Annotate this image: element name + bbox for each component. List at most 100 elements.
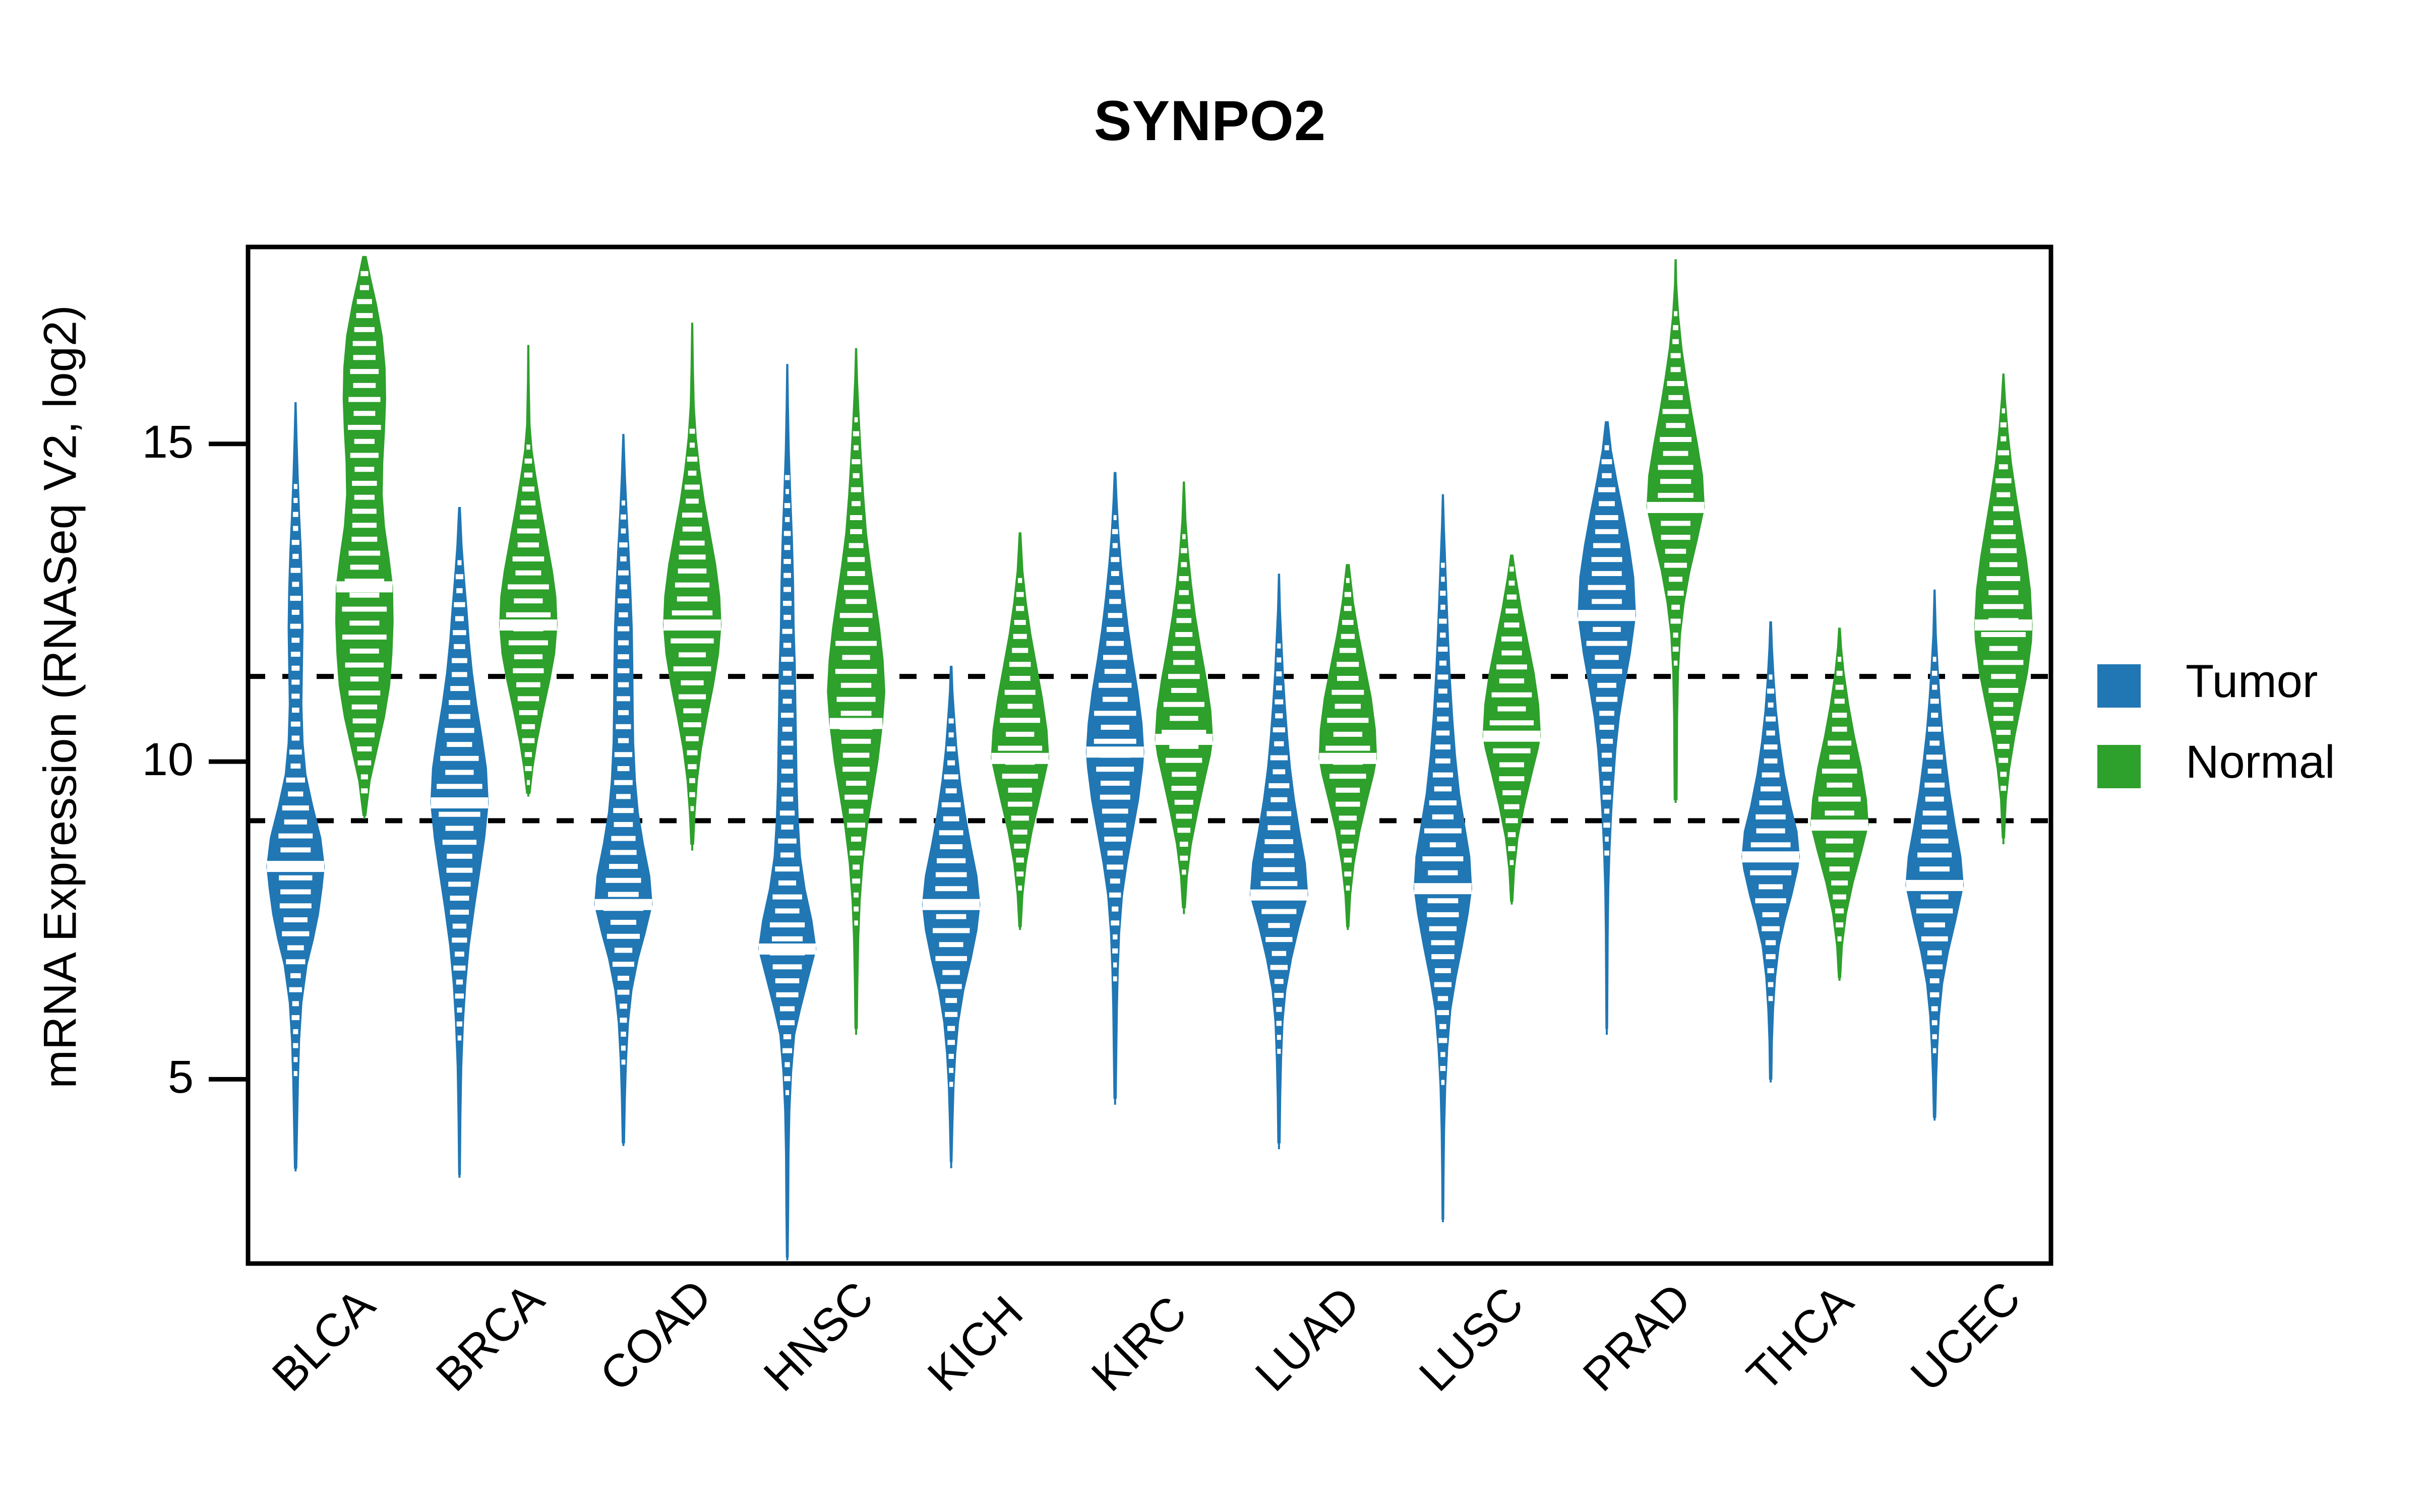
violin-stripe	[677, 596, 708, 602]
violin-stripe	[784, 1076, 791, 1082]
violin-stripe	[350, 564, 379, 570]
violin-stripe	[688, 470, 697, 476]
violin-stripe	[1173, 660, 1195, 665]
violin-stripe	[1766, 716, 1776, 722]
violin-stripe	[1111, 557, 1120, 562]
violin-stripe	[1337, 676, 1359, 681]
violin-stripe	[1822, 769, 1857, 774]
violin-stripe	[526, 445, 530, 450]
violin-stripe	[1827, 782, 1852, 788]
violin-stripe	[354, 732, 375, 738]
violin-stripe	[1438, 688, 1447, 694]
violin-stripe	[1660, 437, 1691, 442]
violin-stripe	[1000, 718, 1040, 723]
violin-stripe	[1917, 852, 1952, 858]
violin-stripe	[617, 696, 630, 702]
violin-stripe	[1172, 772, 1196, 777]
violin-stripe	[1983, 660, 2024, 665]
violin-stripe	[621, 1031, 626, 1037]
violin-stripe	[621, 1045, 626, 1051]
violin-stripe	[1505, 608, 1518, 614]
violin-stripe	[1011, 815, 1029, 821]
violin-stripe	[1435, 758, 1450, 764]
violin-stripe	[772, 964, 802, 970]
violin-median-line	[1155, 734, 1213, 745]
violin-stripe	[1276, 1021, 1282, 1026]
violin-stripe	[1441, 562, 1445, 568]
violin-stripe	[1921, 936, 1948, 941]
violin-stripe	[1508, 580, 1515, 586]
violin-stripe	[282, 805, 309, 811]
violin-stripe	[524, 752, 532, 758]
violin-stripe	[1993, 520, 2013, 526]
violin-stripe	[933, 928, 970, 933]
violin-stripe	[357, 746, 372, 751]
violin-stripe	[1276, 1006, 1282, 1012]
violin-median-line	[1578, 610, 1636, 621]
violin-normal-KIRC	[1155, 481, 1214, 914]
violin-stripe	[1111, 571, 1119, 576]
violin-stripe	[1931, 1020, 1938, 1026]
violin-tumor-BRCA	[430, 507, 489, 1178]
violin-stripe	[1832, 713, 1847, 718]
violin-stripe	[1750, 842, 1791, 848]
violin-stripe	[1327, 718, 1369, 723]
violin-stripe	[1341, 830, 1355, 835]
violin-stripe	[844, 585, 869, 590]
violin-stripe	[680, 540, 705, 546]
violin-stripe	[673, 666, 711, 672]
violin-stripe	[1501, 636, 1522, 642]
violin-stripe	[782, 726, 793, 732]
violin-normal-PRAD	[1646, 259, 1705, 803]
violin-stripe	[682, 513, 702, 518]
violin-stripe	[1263, 867, 1295, 872]
violin-stripe	[835, 669, 877, 674]
violin-stripe	[291, 694, 300, 699]
violin-stripe	[1337, 662, 1359, 667]
violin-stripe	[847, 823, 865, 828]
violin-stripe	[1344, 606, 1352, 611]
violin-stripe	[452, 672, 467, 677]
violin-stripe	[945, 998, 957, 1003]
violin-stripe	[778, 880, 797, 886]
violin-stripe	[353, 355, 376, 360]
violin-stripe	[353, 411, 376, 416]
violin-stripe	[452, 923, 466, 929]
violin-stripe	[290, 973, 301, 978]
violin-stripe	[688, 764, 697, 770]
violin-stripe	[1991, 534, 2016, 539]
violin-stripe	[772, 936, 803, 941]
violin-median-line	[1250, 889, 1308, 901]
violin-stripe	[1767, 968, 1774, 973]
violin-stripe	[1342, 620, 1354, 625]
violin-stripe	[618, 654, 629, 660]
violin-stripe	[1261, 909, 1297, 914]
violin-stripe	[292, 1001, 299, 1006]
violin-stripe	[1598, 487, 1615, 492]
violin-stripe	[515, 570, 541, 576]
violin-stripe	[783, 559, 791, 564]
violin-stripe	[447, 742, 472, 747]
violin-stripe	[1007, 704, 1033, 709]
violin-stripe	[1325, 745, 1370, 751]
violin-stripe	[445, 728, 474, 733]
violin-stripe	[1926, 964, 1943, 970]
violin-normal-UCEC	[1974, 373, 2033, 844]
violin-stripe	[1931, 713, 1939, 718]
violin-stripe	[778, 838, 797, 844]
violin-stripe	[290, 568, 301, 573]
violin-stripe	[1111, 920, 1120, 926]
violin-stripe	[1109, 892, 1121, 898]
violin-stripe	[522, 738, 535, 743]
violin-stripe	[854, 892, 859, 898]
violin-stripe	[457, 560, 462, 565]
violin-stripe	[948, 718, 954, 724]
violin-stripe	[854, 417, 858, 422]
violin-normal-KICH	[991, 532, 1050, 930]
violin-stripe	[621, 500, 625, 506]
violin-stripe	[522, 486, 534, 492]
violin-stripe	[524, 472, 533, 478]
violin-stripe	[687, 457, 698, 462]
y-tick-label-10: 10	[142, 734, 194, 786]
violin-stripe	[1595, 515, 1618, 520]
